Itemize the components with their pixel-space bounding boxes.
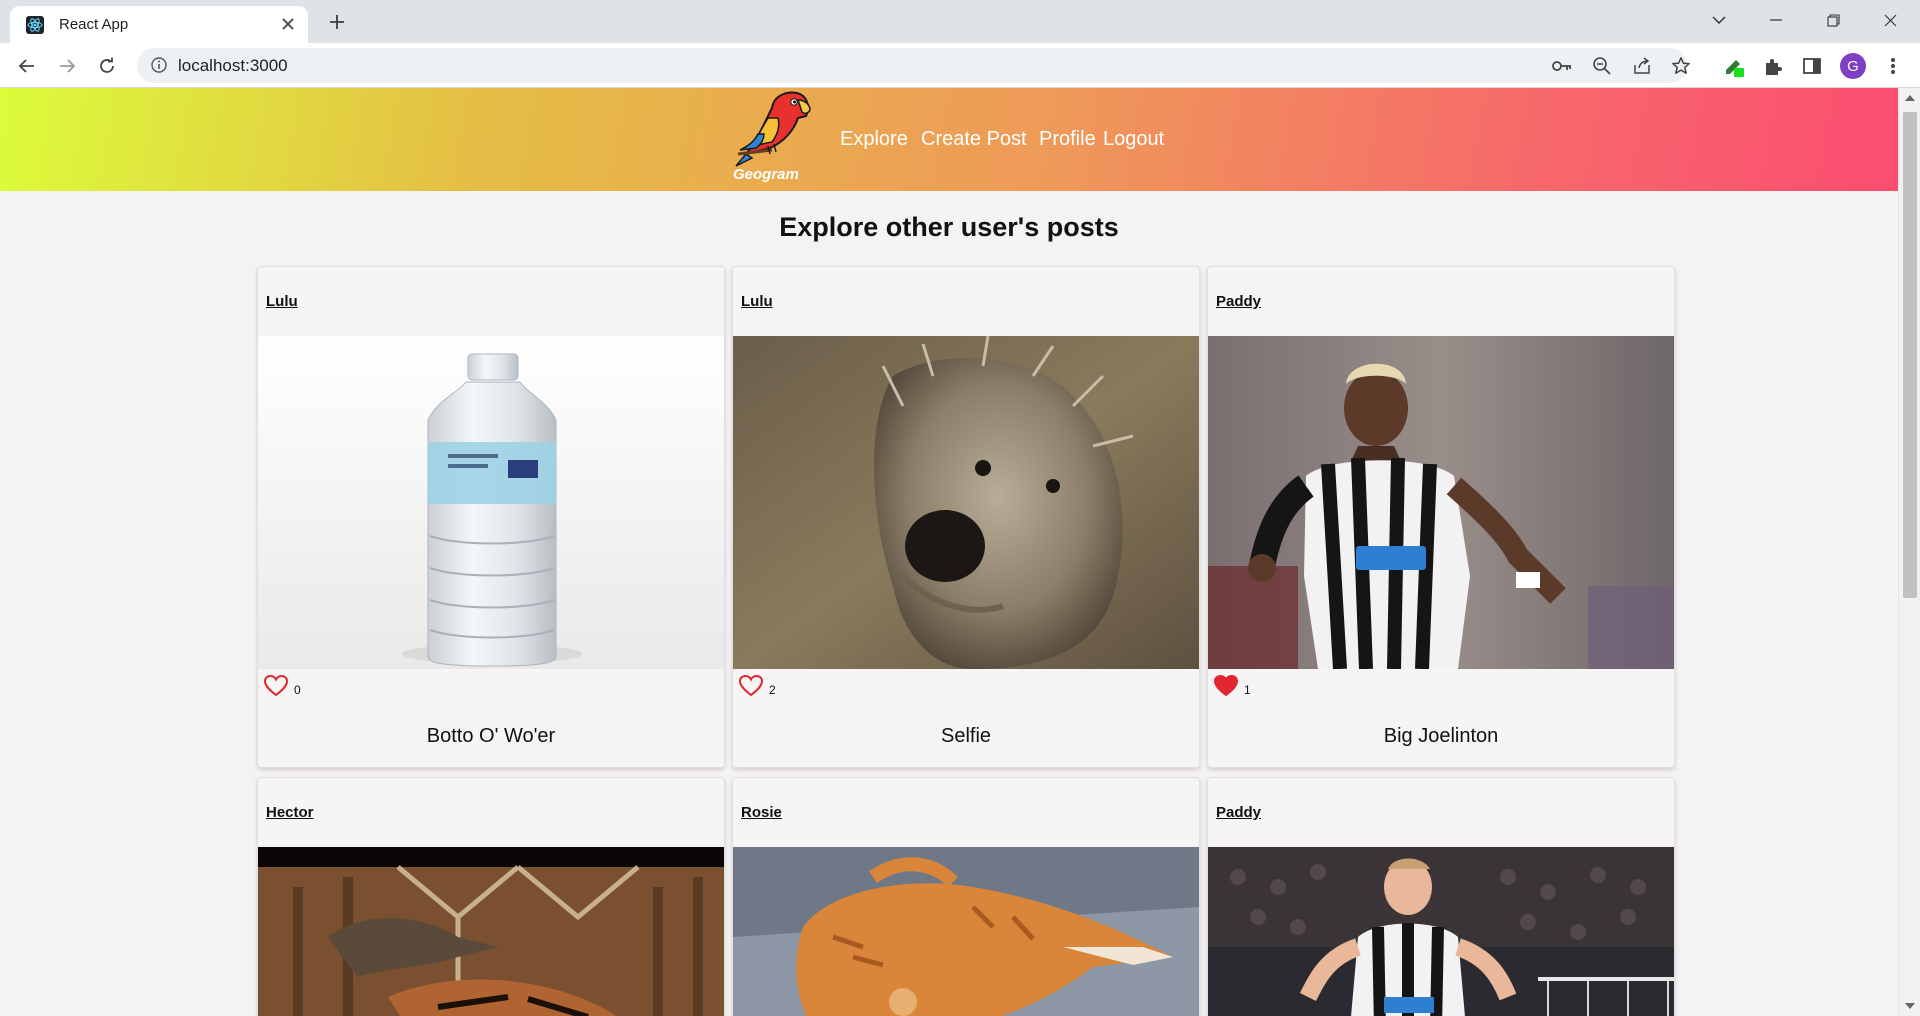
post-username[interactable]: Paddy [1216, 293, 1261, 310]
address-bar[interactable]: localhost:3000 [137, 48, 1690, 83]
water-bottle-photo[interactable] [258, 336, 724, 669]
like-count: 2 [769, 683, 776, 697]
page-title: Explore other user's posts [779, 212, 1119, 242]
footballer-celebrating-photo[interactable] [1208, 847, 1674, 1016]
star-icon[interactable] [1670, 55, 1692, 77]
avatar[interactable]: G [1840, 53, 1866, 79]
back-arrow-icon[interactable] [12, 51, 42, 81]
url-text[interactable]: localhost:3000 [178, 56, 288, 76]
dinosaur-museum-photo[interactable] [258, 847, 724, 1016]
like-row: 2 [739, 675, 776, 697]
puzzle-icon[interactable] [1761, 54, 1785, 78]
share-icon[interactable] [1631, 55, 1653, 77]
post-username[interactable]: Lulu [741, 293, 773, 310]
extension-pencil-icon[interactable] [1722, 54, 1746, 78]
page-scrollbar[interactable] [1898, 88, 1920, 1016]
reload-icon[interactable] [92, 51, 122, 81]
nav-profile[interactable]: Profile [1039, 128, 1096, 151]
nav-logout[interactable]: Logout [1103, 128, 1164, 151]
post-card: Lulu 0 Botto O' Wo'er [257, 266, 725, 768]
close-icon[interactable] [278, 14, 298, 34]
logo-text: Geogram [733, 166, 799, 183]
ginger-cat-photo[interactable] [733, 847, 1199, 1016]
post-card: Lulu 2 Selfie [732, 266, 1200, 768]
nav-explore[interactable]: Explore [840, 128, 908, 151]
scroll-down-icon[interactable] [1905, 1003, 1915, 1009]
minimize-icon[interactable] [1749, 0, 1803, 40]
nav-create-post[interactable]: Create Post [921, 128, 1027, 151]
browser-tab[interactable]: React App [10, 6, 308, 43]
post-username[interactable]: Lulu [266, 293, 298, 310]
heart-filled-icon[interactable] [1214, 675, 1238, 697]
info-icon[interactable] [150, 56, 168, 74]
react-favicon-icon [25, 15, 45, 35]
chevron-down-icon[interactable] [1692, 0, 1746, 40]
zoom-out-icon[interactable] [1591, 55, 1613, 77]
window-close-icon[interactable] [1863, 0, 1917, 40]
post-card: Rosie [732, 777, 1200, 1016]
restore-icon[interactable] [1806, 0, 1860, 40]
post-card: Paddy [1207, 777, 1675, 1016]
key-icon[interactable] [1551, 55, 1573, 77]
post-username[interactable]: Hector [266, 804, 314, 821]
heart-outline-icon[interactable] [739, 675, 763, 697]
post-card: Paddy 1 Big Joelinton [1207, 266, 1675, 768]
scruffy-dog-photo[interactable] [733, 336, 1199, 669]
post-card: Hector [257, 777, 725, 1016]
scroll-up-icon[interactable] [1905, 95, 1915, 101]
scrollbar-thumb[interactable] [1903, 112, 1917, 598]
forward-arrow-icon[interactable] [52, 51, 82, 81]
post-caption: Big Joelinton [1383, 725, 1499, 747]
like-count: 0 [294, 683, 301, 697]
heart-outline-icon[interactable] [264, 675, 288, 697]
kebab-menu-icon[interactable] [1881, 54, 1905, 78]
footballer-running-photo[interactable] [1208, 336, 1674, 669]
post-username[interactable]: Rosie [741, 804, 782, 821]
browser-tab-strip: React App [0, 0, 1920, 43]
app-header: Geogram Explore Create Post Profile Logo… [0, 88, 1898, 191]
post-caption: Botto O' Wo'er [426, 725, 556, 747]
like-count: 1 [1244, 683, 1251, 697]
post-caption: Selfie [940, 725, 992, 747]
post-username[interactable]: Paddy [1216, 804, 1261, 821]
like-row: 1 [1214, 675, 1251, 697]
plus-icon[interactable] [322, 8, 352, 36]
tab-title: React App [59, 16, 129, 33]
browser-toolbar: localhost:3000 G [0, 43, 1920, 88]
side-panel-icon[interactable] [1800, 54, 1824, 78]
like-row: 0 [264, 675, 301, 697]
page-viewport: Geogram Explore Create Post Profile Logo… [0, 88, 1898, 1016]
